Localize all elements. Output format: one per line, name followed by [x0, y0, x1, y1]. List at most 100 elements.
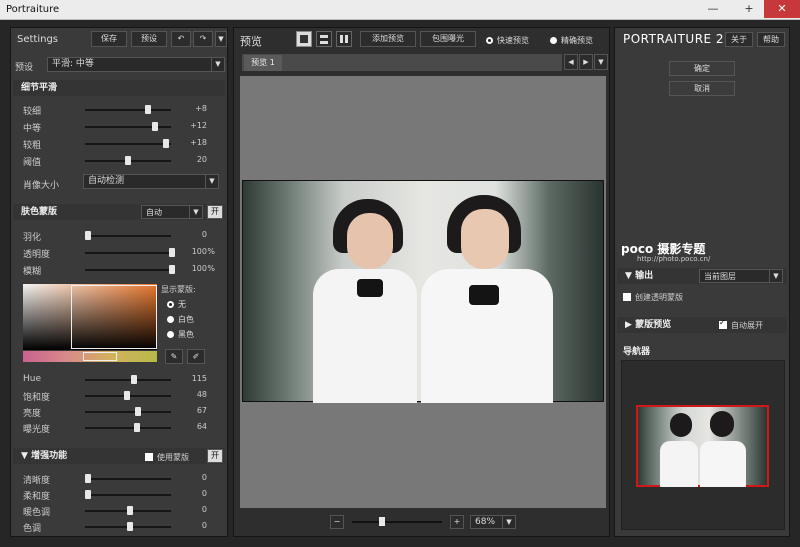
navigator-title: 导航器: [623, 347, 651, 357]
mask-option-none[interactable]: 无: [167, 299, 186, 310]
portrait-size-value: 自动检测: [88, 176, 125, 186]
slider-knob[interactable]: [124, 391, 131, 400]
thumb-hair-left: [670, 413, 692, 437]
create-mask-checkbox[interactable]: 创建透明蒙版: [623, 292, 683, 303]
skin-mask-on-button[interactable]: 开: [207, 205, 223, 219]
save-button[interactable]: 保存: [91, 31, 127, 47]
slider-label: 暖色调: [23, 508, 51, 518]
undo-icon[interactable]: ↶: [171, 31, 191, 47]
slider-track[interactable]: [85, 379, 171, 381]
slider-knob[interactable]: [127, 522, 133, 531]
portrait-size-dropdown[interactable]: 自动检测 ▼: [83, 174, 219, 189]
slider-knob[interactable]: [152, 122, 159, 131]
enhance-on-button[interactable]: 开: [207, 449, 223, 463]
radio-on-icon: [486, 37, 493, 44]
slider-knob[interactable]: [127, 506, 133, 515]
zoom-track[interactable]: [352, 521, 442, 523]
navigator-area: [621, 360, 785, 530]
zoom-knob[interactable]: [379, 517, 385, 526]
preset-dropdown[interactable]: 平滑: 中等 ▼: [47, 57, 225, 72]
preview-canvas[interactable]: [240, 76, 606, 508]
ok-button[interactable]: 确定: [669, 61, 735, 76]
slider-track[interactable]: [85, 494, 171, 496]
tab-preview-1[interactable]: 预览 1: [244, 55, 282, 71]
help-button[interactable]: 帮助: [757, 32, 785, 47]
face-left: [347, 213, 393, 269]
eyedropper-icon[interactable]: ✎: [165, 349, 183, 364]
color-selection-box[interactable]: [71, 285, 157, 349]
slider-track[interactable]: [85, 235, 171, 237]
preset-button[interactable]: 预设: [131, 31, 167, 47]
output-collapse-icon[interactable]: ▼: [625, 271, 635, 281]
portrait-size-label: 肖像大小: [23, 181, 60, 191]
slider-knob[interactable]: [131, 375, 138, 384]
split-vertical-icon[interactable]: [336, 31, 352, 47]
detail-smoothing-header[interactable]: 细节平滑: [13, 80, 225, 96]
slider-knob[interactable]: [163, 139, 170, 148]
radio-off-icon: [550, 37, 557, 44]
watermark-url: http://photo.poco.cn/: [637, 255, 711, 263]
slider-knob[interactable]: [135, 407, 142, 416]
slider-track[interactable]: [85, 143, 171, 145]
tab-prev-icon[interactable]: ◀: [564, 54, 578, 70]
slider-track[interactable]: [85, 427, 171, 429]
mask-option-black[interactable]: 黑色: [167, 329, 194, 340]
zoom-out-button[interactable]: −: [330, 515, 344, 529]
slider-label: 较细: [23, 107, 42, 117]
zoom-dropdown[interactable]: 68% ▼: [470, 515, 516, 529]
slider-knob[interactable]: [125, 156, 132, 165]
slider-value: 0: [201, 489, 207, 498]
mask-option-white[interactable]: 白色: [167, 314, 194, 325]
eyedropper-minus-icon[interactable]: ✐: [187, 349, 205, 364]
maximize-button[interactable]: +: [736, 0, 762, 18]
enhance-collapse-icon[interactable]: ▼: [21, 451, 31, 461]
precise-preview-radio[interactable]: 精确预览: [550, 35, 593, 46]
slider-track[interactable]: [85, 411, 171, 413]
skin-mask-mode-dropdown[interactable]: 自动 ▼: [141, 205, 203, 219]
slider-track[interactable]: [85, 252, 171, 254]
menu-chevron-icon[interactable]: ▼: [215, 31, 227, 47]
enhance-slider-row: 暖色调 0: [23, 504, 213, 518]
cancel-button[interactable]: 取消: [669, 81, 735, 96]
thumb-shirt-left: [660, 441, 698, 487]
slider-track[interactable]: [85, 109, 171, 111]
slider-track[interactable]: [85, 269, 171, 271]
skin-mask-mode-value: 自动: [146, 208, 162, 217]
mask-option-none-label: 无: [178, 300, 186, 309]
radio-on-icon: [167, 301, 174, 308]
slider-knob[interactable]: [85, 231, 91, 240]
slider-value: 48: [196, 390, 207, 399]
slider-unit: %: [207, 247, 215, 256]
redo-icon[interactable]: ↷: [193, 31, 213, 47]
slider-knob[interactable]: [85, 490, 91, 499]
slider-knob[interactable]: [133, 423, 140, 432]
hue-range-marker[interactable]: [83, 352, 117, 361]
auto-expand-checkbox[interactable]: 自动展开: [719, 318, 763, 331]
close-button[interactable]: ✕: [764, 0, 800, 18]
slider-label: 阈值: [23, 158, 42, 168]
checkbox-icon: [623, 293, 631, 301]
output-dropdown[interactable]: 当前图层 ▼: [699, 269, 783, 283]
tab-next-icon[interactable]: ▶: [579, 54, 593, 70]
slider-label: 亮度: [23, 409, 42, 419]
zoom-in-button[interactable]: +: [450, 515, 464, 529]
slider-label: 曝光度: [23, 425, 51, 435]
output-title: 输出: [635, 271, 654, 281]
use-mask-checkbox[interactable]: 使用蒙版: [145, 452, 189, 463]
slider-knob[interactable]: [145, 105, 152, 114]
about-button[interactable]: 关于: [725, 32, 753, 47]
mask-preview-expand-icon[interactable]: ▶: [625, 320, 635, 330]
clip-exposure-button[interactable]: 包围曝光: [420, 31, 476, 47]
slider-value: 0: [201, 473, 207, 482]
slider-track[interactable]: [85, 478, 171, 480]
add-preview-button[interactable]: 添加预览: [360, 31, 416, 47]
split-horizontal-icon[interactable]: [316, 31, 332, 47]
tab-list-icon[interactable]: ▼: [594, 54, 608, 70]
minimize-button[interactable]: —: [700, 0, 726, 18]
chevron-down-icon: ▼: [211, 58, 224, 71]
slider-track[interactable]: [85, 126, 171, 128]
slider-knob[interactable]: [85, 474, 91, 483]
single-view-icon[interactable]: [296, 31, 312, 47]
fast-preview-radio[interactable]: 快速预览: [486, 35, 529, 46]
navigator-thumbnail[interactable]: [636, 405, 769, 487]
